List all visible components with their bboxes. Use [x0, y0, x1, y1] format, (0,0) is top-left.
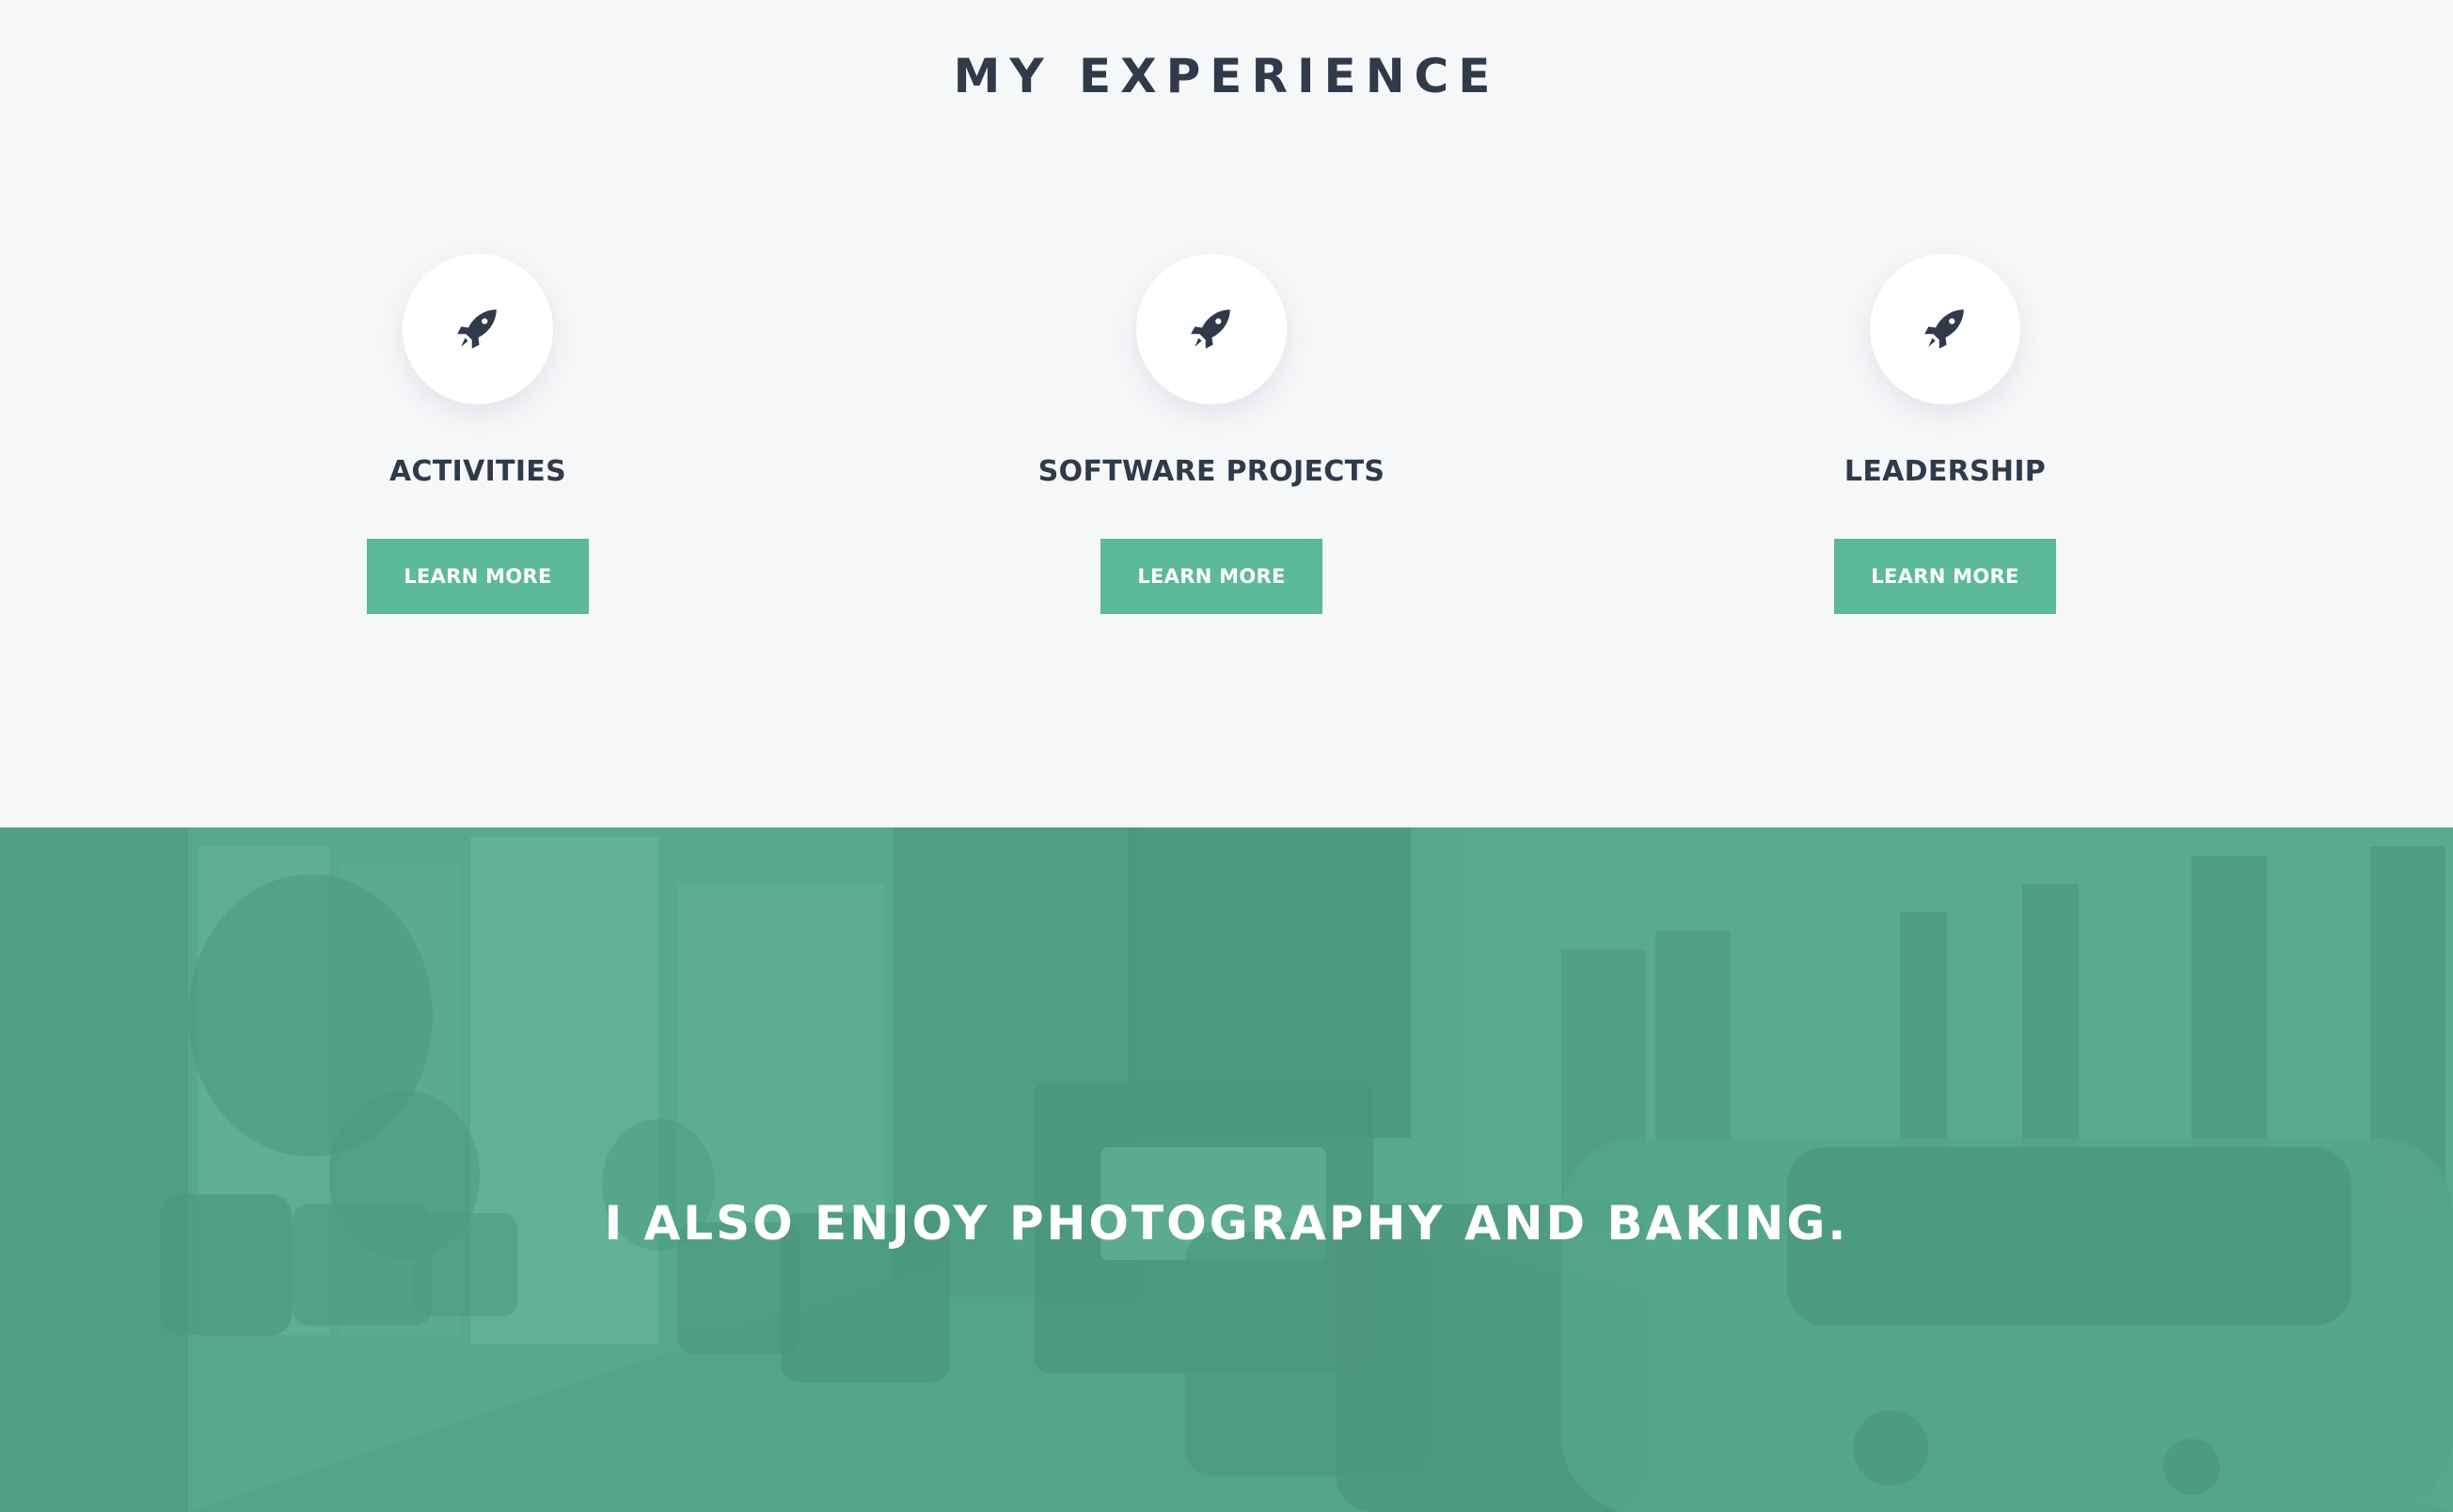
street-background-image: [0, 827, 2453, 1512]
icon-circle: [1136, 254, 1287, 404]
icon-circle: [403, 254, 553, 404]
icon-circle: [1870, 254, 2020, 404]
rocket-icon: [1191, 309, 1230, 349]
experience-card-software-projects: SOFTWARE PROJECTS LEARN MORE: [948, 254, 1475, 614]
card-title: SOFTWARE PROJECTS: [1037, 455, 1385, 488]
section-title: MY EXPERIENCE: [953, 49, 1500, 103]
card-title: LEADERSHIP: [1844, 455, 2047, 488]
experience-section: MY EXPERIENCE ACTIVITIES LEARN MORE SOFT…: [0, 0, 2453, 827]
learn-more-button[interactable]: LEARN MORE: [1100, 539, 1322, 614]
learn-more-button[interactable]: LEARN MORE: [367, 539, 589, 614]
hobbies-banner: I ALSO ENJOY PHOTOGRAPHY AND BAKING.: [0, 827, 2453, 1512]
experience-card-leadership: LEADERSHIP LEARN MORE: [1682, 254, 2208, 614]
learn-more-button[interactable]: LEARN MORE: [1834, 539, 2056, 614]
rocket-icon: [1924, 309, 1964, 349]
rocket-icon: [457, 309, 497, 349]
banner-heading: I ALSO ENJOY PHOTOGRAPHY AND BAKING.: [604, 1196, 1849, 1251]
experience-card-activities: ACTIVITIES LEARN MORE: [214, 254, 741, 614]
card-title: ACTIVITIES: [389, 455, 566, 488]
